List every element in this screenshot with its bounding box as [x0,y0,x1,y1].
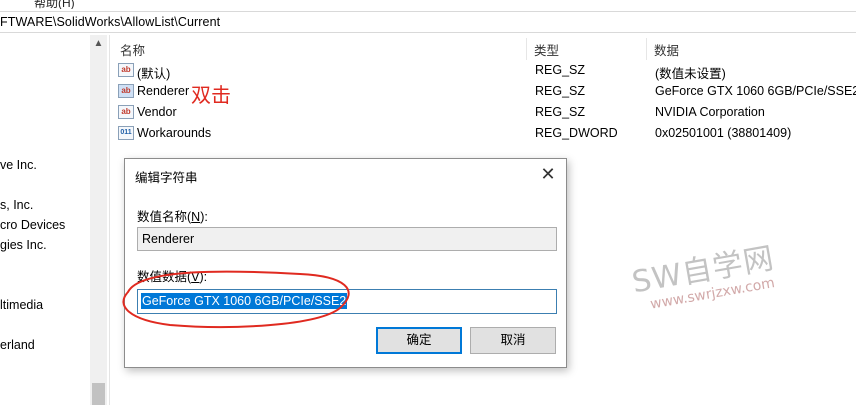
cancel-button[interactable]: 取消 [470,327,556,354]
row-type: REG_SZ [535,105,586,119]
menu-item-help[interactable]: 帮助(H) [34,0,75,9]
watermark: SW自学网 www.swrjzxw.com [628,233,780,315]
row-data: (数值未设置) [655,67,726,81]
tree-scrollbar[interactable]: ▲ [90,35,107,405]
row-type: REG_SZ [535,84,586,98]
close-icon[interactable]: ✕ [536,161,560,187]
column-header-name[interactable]: 名称 [120,40,145,59]
scroll-up-arrow-icon[interactable]: ▲ [90,35,107,52]
double-click-annotation: 双击 [191,83,231,107]
list-row[interactable]: 011 Workarounds REG_DWORD 0x02501001 (38… [118,124,856,145]
value-name-label: 数值名称(N): [137,210,208,224]
value-data-label: 数值数据(V): [137,270,208,284]
row-name: Workarounds [137,126,212,140]
column-separator[interactable] [526,38,527,60]
list-header: 名称 类型 数据 [112,38,856,60]
row-name: (默认) [137,67,171,81]
dialog-title: 编辑字符串 [135,171,198,185]
column-header-data[interactable]: 数据 [654,40,679,59]
row-name: Renderer [137,84,190,98]
value-name-field[interactable]: Renderer [137,227,557,251]
scroll-thumb[interactable] [92,383,105,405]
edit-string-dialog: 编辑字符串 ✕ 数值名称(N): Renderer 数值数据(V): GeFor… [124,158,567,368]
string-value-icon: ab [118,63,134,77]
address-bar[interactable]: FTWARE\SolidWorks\AllowList\Current [0,11,856,33]
menu-bar: 帮助(H) [0,0,856,9]
row-type: REG_SZ [535,63,586,77]
address-path: FTWARE\SolidWorks\AllowList\Current [0,15,221,29]
column-separator[interactable] [646,38,647,60]
row-name: Vendor [137,105,177,119]
ok-button[interactable]: 确定 [376,327,462,354]
row-data: NVIDIA Corporation [655,105,765,119]
tree-item[interactable]: s, Inc. [0,198,33,212]
string-value-icon: ab [118,84,134,98]
tree-item[interactable]: gies Inc. [0,238,47,252]
binary-value-icon: 011 [118,126,134,140]
tree-item[interactable]: ve Inc. [0,158,37,172]
tree-item[interactable]: erland [0,338,35,352]
value-data-input[interactable]: GeForce GTX 1060 6GB/PCIe/SSE2 [137,289,557,314]
tree-item[interactable]: ltimedia [0,298,43,312]
row-data: GeForce GTX 1060 6GB/PCIe/SSE2 [655,84,856,98]
row-data: 0x02501001 (38801409) [655,126,792,140]
value-data-selected-text: GeForce GTX 1060 6GB/PCIe/SSE2 [141,293,348,309]
column-header-type[interactable]: 类型 [534,40,559,59]
row-type: REG_DWORD [535,126,618,140]
string-value-icon: ab [118,105,134,119]
tree-item[interactable]: cro Devices [0,218,65,232]
